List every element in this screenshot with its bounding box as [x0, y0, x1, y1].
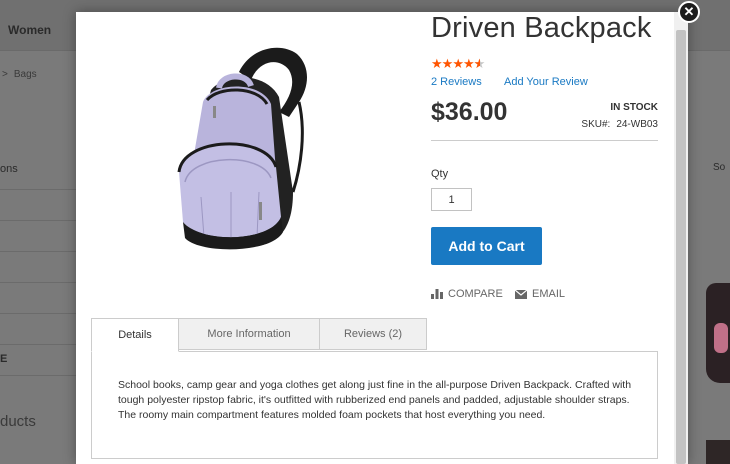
product-description: School books, camp gear and yoga clothes… [118, 379, 632, 421]
sidebar-divider [0, 251, 78, 252]
sort-label: So [713, 162, 726, 173]
sku-label: SKU#: [581, 119, 611, 130]
sidebar-divider [0, 375, 78, 376]
scrollbar-thumb[interactable] [676, 30, 686, 464]
modal-scrollbar[interactable] [674, 12, 688, 464]
reviews-link[interactable]: 2 Reviews [431, 76, 482, 88]
breadcrumb: > Bags [0, 69, 37, 80]
qty-label: Qty [431, 168, 449, 180]
sidebar-divider [0, 220, 78, 221]
quick-view-modal: Driven Backpack ★ ★ ★ ★ ★ 2 Reviews Add … [76, 12, 688, 464]
product-thumbnail[interactable] [706, 440, 730, 464]
add-to-cart-button[interactable]: Add to Cart [431, 227, 542, 265]
close-icon: ✕ [683, 4, 695, 19]
sidebar-title: ons [0, 163, 18, 175]
tab-reviews[interactable]: Reviews (2) [319, 318, 427, 350]
product-thumbnail[interactable] [706, 283, 730, 383]
sku-info: SKU#: 24-WB03 [556, 119, 658, 130]
compare-label: Compare [448, 288, 503, 300]
sku-value: 24-WB03 [616, 119, 658, 130]
divider [431, 140, 658, 141]
rating-stars: ★ ★ ★ ★ ★ [431, 57, 486, 70]
backpack-image [177, 47, 307, 250]
close-button[interactable]: ✕ [678, 1, 700, 23]
envelope-icon [515, 289, 527, 299]
sidebar-divider [0, 189, 78, 190]
bar-chart-icon [431, 289, 443, 299]
email-label: Email [532, 288, 566, 300]
sidebar-divider [0, 282, 78, 283]
sidebar-divider [0, 344, 78, 345]
tab-more-information[interactable]: More Information [178, 318, 320, 350]
breadcrumb-separator: > [2, 69, 8, 80]
sidebar-divider [0, 313, 78, 314]
stock-status: IN STOCK [610, 102, 658, 113]
sidebar-item[interactable]: E [0, 353, 7, 365]
qty-input[interactable] [431, 188, 472, 211]
products-heading: ducts [0, 413, 36, 430]
tab-panel-details: School books, camp gear and yoga clothes… [91, 351, 658, 459]
tab-details[interactable]: Details [91, 318, 179, 352]
compare-link[interactable]: Compare [431, 288, 503, 300]
add-review-link[interactable]: Add Your Review [504, 76, 588, 88]
breadcrumb-current: Bags [13, 69, 37, 80]
nav-item-women[interactable]: Women [8, 23, 51, 37]
product-tabs: Details More Information Reviews (2) [91, 318, 427, 352]
half-star-icon: ★ [474, 57, 486, 70]
product-price: $36.00 [431, 98, 508, 126]
email-link[interactable]: Email [515, 288, 565, 300]
product-title: Driven Backpack [431, 12, 652, 44]
